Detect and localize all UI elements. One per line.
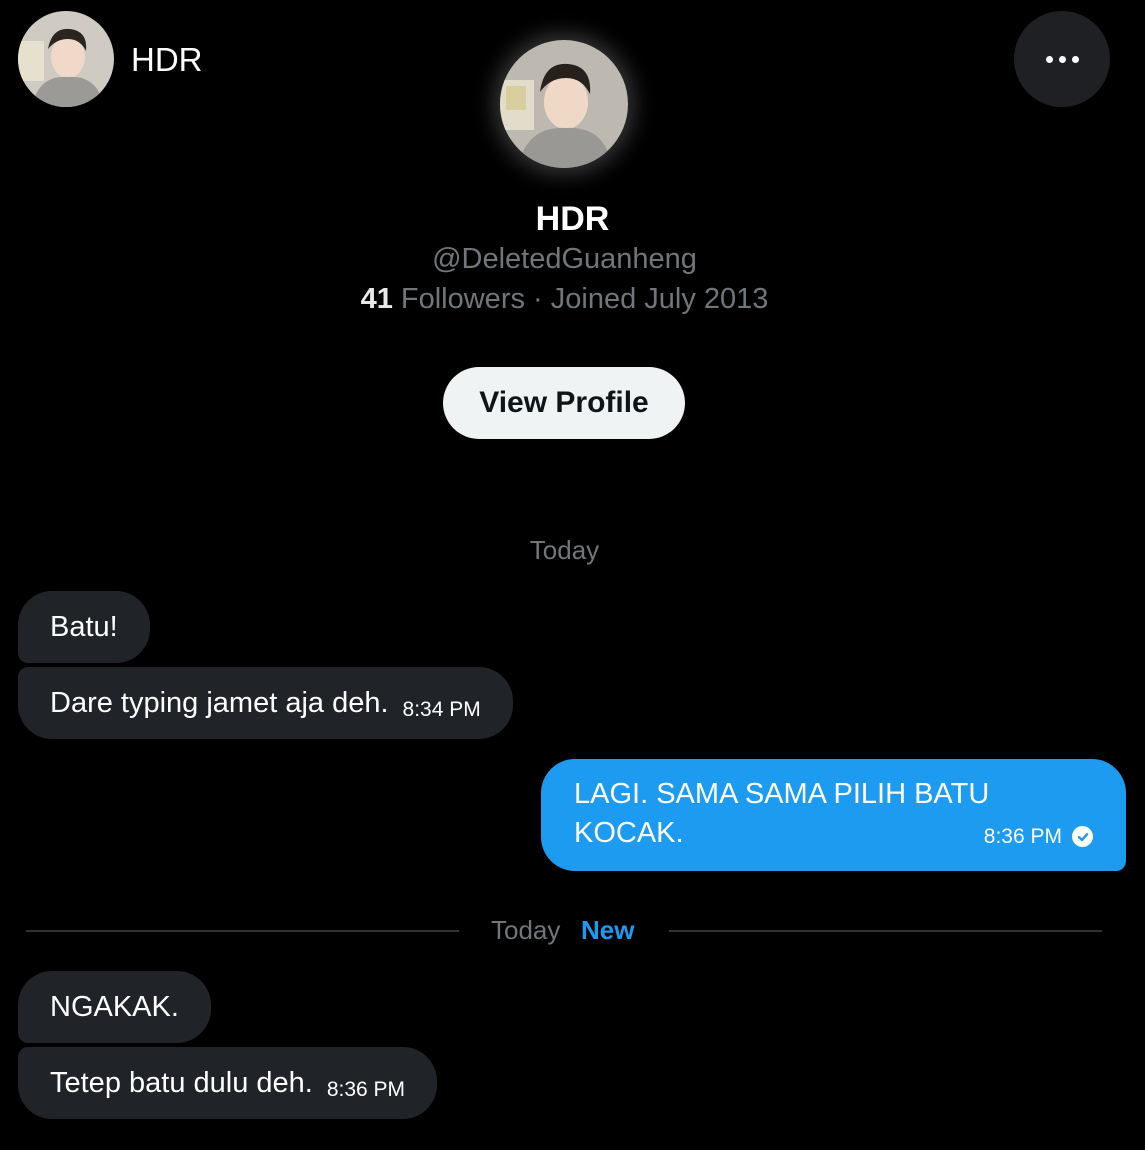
more-icon bbox=[1043, 55, 1082, 63]
profile-stats: 41 Followers · Joined July 2013 bbox=[0, 280, 1129, 318]
profile-avatar[interactable] bbox=[500, 40, 628, 168]
message-bubble[interactable]: NGAKAK. bbox=[18, 971, 211, 1043]
divider-left bbox=[26, 930, 459, 932]
date-label: Today bbox=[529, 535, 600, 565]
followers-label: Followers bbox=[392, 283, 525, 315]
separator-new-label: New bbox=[581, 915, 635, 945]
profile-handle: @DeletedGuanheng bbox=[432, 243, 697, 275]
message-text: Dare typing jamet aja deh. bbox=[50, 687, 389, 719]
header-avatar[interactable] bbox=[18, 11, 114, 107]
message-time: 8:34 PM bbox=[402, 698, 481, 721]
message-bubble[interactable]: Tetep batu dulu deh. 8:36 PM bbox=[18, 1047, 438, 1119]
followers-count: 41 bbox=[360, 283, 393, 315]
message-text-line-1: LAGI. SAMA SAMA PILIH BATU bbox=[574, 778, 990, 810]
message-bubble[interactable]: Dare typing jamet aja deh. 8:34 PM bbox=[18, 667, 513, 739]
more-options-button[interactable] bbox=[1014, 11, 1110, 107]
message-bubble[interactable]: Batu! bbox=[18, 591, 150, 663]
message-text: Batu! bbox=[50, 611, 118, 643]
seen-check-icon bbox=[1072, 826, 1093, 847]
profile-name: HDR bbox=[535, 200, 610, 238]
outgoing-message-bubble[interactable]: LAGI. SAMA SAMA PILIH BATU KOCAK. 8:36 P… bbox=[541, 759, 1126, 871]
message-time: 8:36 PM bbox=[326, 1078, 406, 1101]
message-text: NGAKAK. bbox=[50, 991, 179, 1023]
message-text: Tetep batu dulu deh. bbox=[50, 1067, 313, 1099]
message-time: 8:36 PM bbox=[983, 825, 1062, 848]
joined-date: · Joined July 2013 bbox=[524, 283, 769, 315]
divider-right bbox=[669, 930, 1102, 932]
view-profile-button[interactable]: View Profile bbox=[443, 367, 685, 439]
message-meta: 8:36 PM bbox=[984, 817, 1093, 856]
separator-today-label: Today bbox=[491, 915, 561, 945]
header-name[interactable]: HDR bbox=[131, 38, 203, 82]
